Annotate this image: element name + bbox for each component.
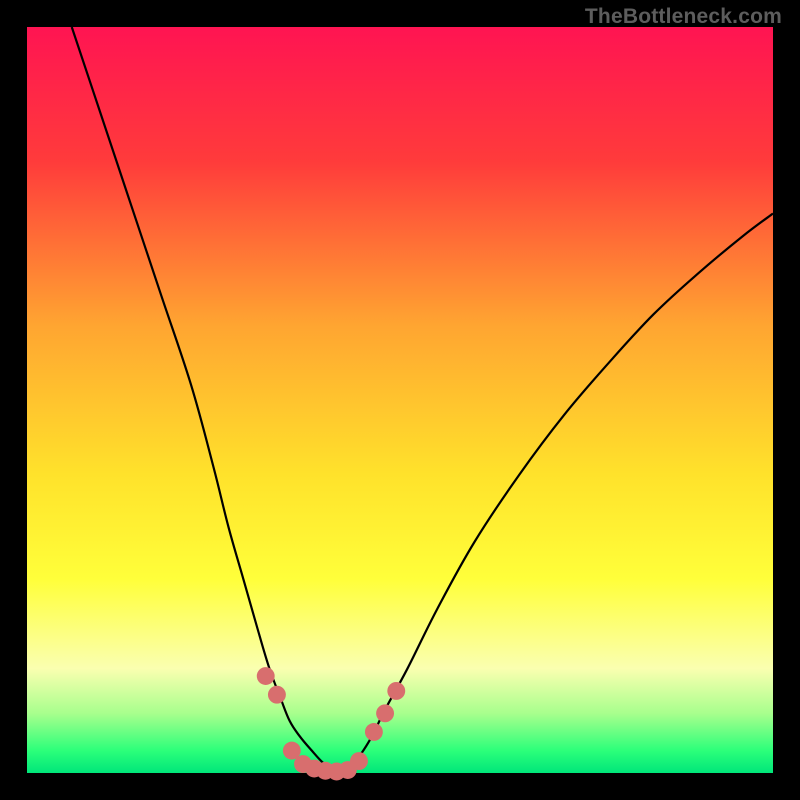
datapoint-marker: [387, 682, 405, 700]
datapoint-markers: [257, 667, 405, 780]
datapoint-marker: [376, 704, 394, 722]
datapoint-marker: [350, 752, 368, 770]
bottleneck-curve-chart: [27, 27, 773, 773]
right-branch-curve: [340, 214, 773, 772]
datapoint-marker: [365, 723, 383, 741]
chart-frame: TheBottleneck.com: [0, 0, 800, 800]
datapoint-marker: [257, 667, 275, 685]
watermark-text: TheBottleneck.com: [585, 5, 782, 29]
left-branch-curve: [72, 27, 341, 772]
datapoint-marker: [268, 686, 286, 704]
